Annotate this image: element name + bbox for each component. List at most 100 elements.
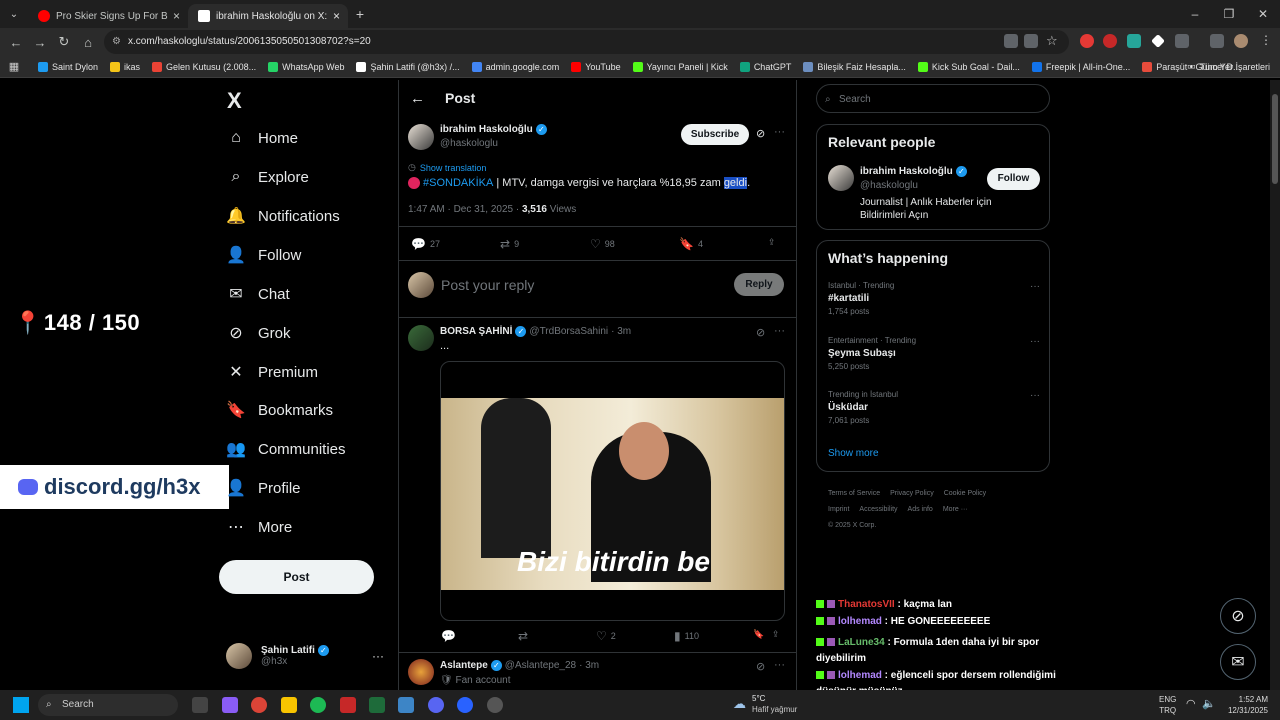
extension-icon[interactable] [1103,34,1117,48]
person-name[interactable]: ibrahim Haskoloğlu ✓ [860,166,967,177]
address-bar[interactable]: ⚙ x.com/haskologlu/status/20061350505013… [104,30,1069,54]
author-handle[interactable]: @haskologlu [440,138,498,149]
bookmark-item[interactable]: WhatsApp Web [268,61,344,72]
more-icon[interactable]: ··· [774,659,785,671]
language-indicator[interactable]: ENG TRQ [1159,694,1176,716]
puzzle-icon[interactable] [1175,34,1189,48]
extension-icon[interactable] [1127,34,1141,48]
sidebar-item-chat[interactable]: ✉ Chat [226,284,289,304]
reply-action[interactable]: 💬 27 [411,237,440,251]
translate-icon[interactable] [1004,34,1018,48]
footer-link[interactable]: More ··· [943,506,968,513]
repost-action[interactable]: ⇄ 9 [500,237,519,251]
sidebar-item-more[interactable]: ⋯ More [226,517,292,537]
minimize-icon[interactable]: – [1178,0,1212,28]
sidebar-item-grok[interactable]: ⊘ Grok [226,323,290,343]
like-action[interactable]: ♡ 2 [596,629,616,643]
bookmark-item[interactable]: Yayıncı Paneli | Kick [632,61,728,72]
menu-icon[interactable]: ⋮ [1260,33,1272,47]
home-icon[interactable]: ⌂ [76,35,100,50]
tab-search-icon[interactable]: ⌄ [0,9,28,20]
reply-author-row[interactable]: Aslantepe ✓ @Aslantepe_28 · 3m [440,660,599,671]
star-icon[interactable]: ☆ [1046,33,1058,49]
app-icon[interactable] [457,697,473,713]
footer-link[interactable]: Terms of Service [828,490,880,497]
weather-widget[interactable]: ☁ 5°C Hafif yağmur [733,693,797,715]
sidebar-item-communities[interactable]: 👥 Communities [226,439,346,459]
footer-link[interactable]: Cookie Policy [944,490,986,497]
copilot-icon[interactable] [222,697,238,713]
close-icon[interactable]: × [173,9,180,23]
sidebar-item-profile[interactable]: 👤 Profile [226,478,301,498]
reload-icon[interactable]: ↻ [52,34,76,50]
subscribe-button[interactable]: Subscribe [681,124,749,145]
bookmark-item[interactable]: ikas [110,61,140,72]
follow-button[interactable]: Follow [987,168,1040,190]
footer-link[interactable]: Imprint [828,506,849,513]
reply-author-row[interactable]: BORSA ŞAHİNİ ✓ @TrdBorsaSahini · 3m [440,326,631,337]
scrollbar[interactable] [1270,80,1280,690]
sidebar-item-premium[interactable]: ✕ Premium [226,362,318,382]
back-arrow-icon[interactable]: ← [410,90,425,107]
bookmark-item[interactable]: Şahin Latifi (@h3x) /... [356,61,460,72]
more-icon[interactable]: ··· [1030,281,1040,292]
author-avatar[interactable] [408,124,434,150]
post-button[interactable]: Post [219,560,374,594]
sidebar-item-home[interactable]: ⌂ Home [226,128,298,148]
footer-link[interactable]: Ads info [908,506,933,513]
all-bookmarks[interactable]: ▭ Tüm Yer İşaretleri [1187,61,1270,72]
windows-start-icon[interactable] [13,697,29,713]
bookmark-action[interactable]: 🔖 4 [679,237,703,251]
messages-fab[interactable]: ✉ [1220,644,1256,680]
bookmark-item[interactable]: Bileşik Faiz Hesapla... [803,61,906,72]
spotify-icon[interactable] [310,697,326,713]
bookmark-item[interactable]: Gelen Kutusu (2.008... [152,61,256,72]
bookmark-item[interactable]: admin.google.com [471,61,559,72]
sidebar-item-follow[interactable]: 👤 Follow [226,245,301,265]
restore-icon[interactable]: ❐ [1212,0,1246,28]
grok-icon[interactable]: ⊘ [756,326,765,339]
bookmark-item[interactable]: ChatGPT [739,61,791,72]
reply-input[interactable]: Post your reply [441,277,534,293]
profile-avatar[interactable] [1234,34,1248,48]
task-view-icon[interactable] [192,697,208,713]
person-avatar[interactable] [828,165,854,191]
forward-icon[interactable]: → [28,35,52,50]
new-tab-button[interactable]: + [348,6,372,22]
clock[interactable]: 1:52 AM 12/31/2025 [1222,694,1268,716]
reply-avatar[interactable] [408,325,434,351]
apps-icon[interactable]: ▦ [0,60,28,73]
site-info-icon[interactable]: ⚙ [112,30,121,54]
more-icon[interactable]: ··· [774,126,785,138]
views-action[interactable]: ▮ 110 [674,629,699,643]
reply-button[interactable]: Reply [734,273,784,296]
close-window-icon[interactable]: ✕ [1246,0,1280,28]
browser-tab-youtube[interactable]: Pro Skier Signs Up For Beginne × [28,4,188,28]
hashtag-link[interactable]: #SONDAKİKA [423,177,493,189]
back-icon[interactable]: ← [4,35,28,50]
app-icon[interactable] [398,697,414,713]
bookmark-item[interactable]: Freepik | All-in-One... [1031,61,1130,72]
grok-fab[interactable]: ⊘ [1220,598,1256,634]
sidebar-item-explore[interactable]: ⌕ Explore [226,167,309,187]
more-icon[interactable]: ··· [774,325,785,337]
more-icon[interactable]: ··· [1030,336,1040,347]
browser-tab-x[interactable]: ibrahim Haskoloğlu on X: "🔴# × [188,4,348,28]
grok-icon[interactable]: ⊘ [756,127,765,140]
grok-icon[interactable]: ⊘ [756,660,765,673]
bookmark-icon[interactable]: 🔖 [753,629,764,640]
share-icon[interactable]: ⇪ [772,629,780,640]
reply-gif[interactable]: Bizi bitirdin be [440,361,785,621]
file-explorer-icon[interactable] [281,697,297,713]
x-logo[interactable]: X [227,88,242,114]
like-action[interactable]: ♡ 98 [590,237,615,251]
trend-item[interactable]: Entertainment · Trending Şeyma Subaşı 5,25… [828,336,1040,371]
sidebar-item-notifications[interactable]: 🔔 Notifications [226,206,340,226]
account-switcher[interactable]: Şahin Latifi ✓ @h3x ··· [226,643,384,669]
close-icon[interactable]: × [333,9,340,23]
more-icon[interactable]: ··· [372,649,384,663]
obs-icon[interactable] [487,697,503,713]
chrome-icon[interactable] [251,697,267,713]
discord-icon[interactable] [428,697,444,713]
extension-icon[interactable] [1080,34,1094,48]
